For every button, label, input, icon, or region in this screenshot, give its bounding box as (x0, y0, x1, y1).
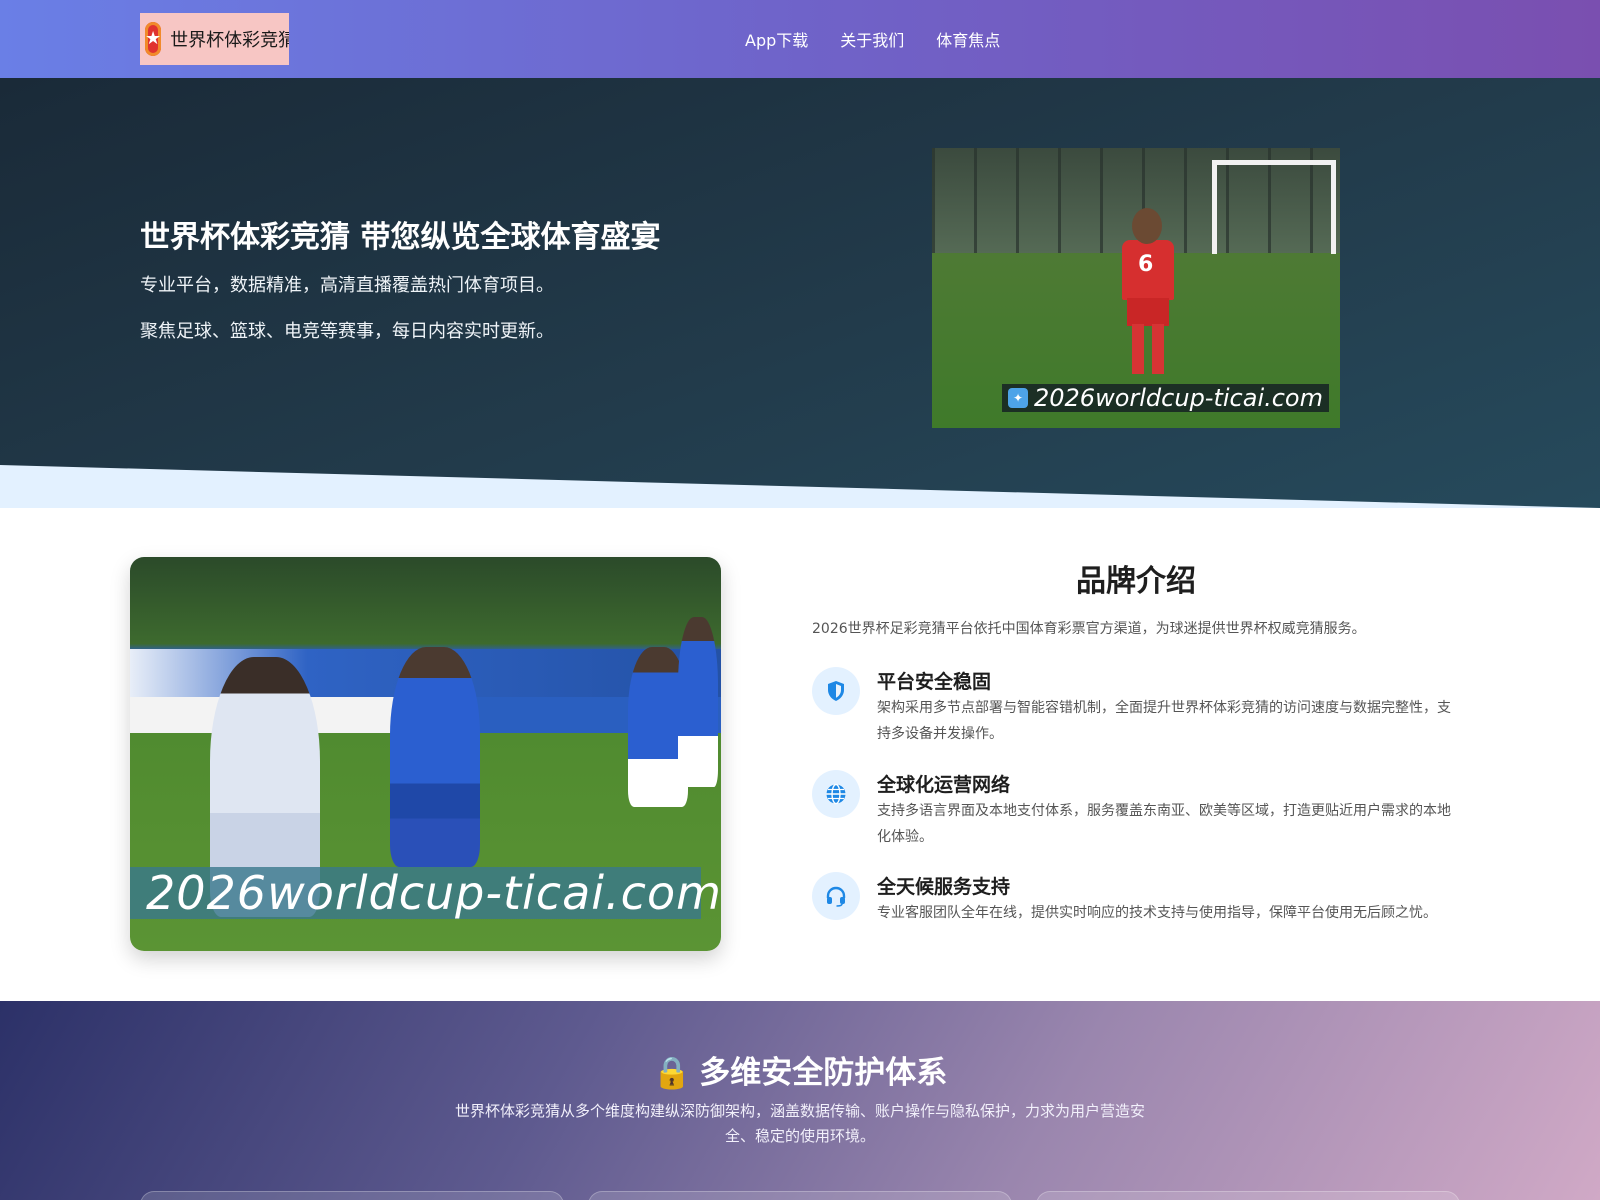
goal-post (1212, 160, 1336, 254)
hero-subtitle: 聚焦足球、篮球、电竞等赛事，每日内容实时更新。 (140, 321, 554, 342)
brand-image: 2026worldcup-ticai.com (130, 557, 721, 951)
image-watermark: 2026worldcup-ticai.com (130, 866, 721, 920)
bird-icon: ✦ (1008, 388, 1028, 408)
feature-desc: 支持多语言界面及本地支付体系，服务覆盖东南亚、欧美等区域，打造更贴近用户需求的本… (877, 803, 1451, 845)
headset-icon (812, 872, 860, 920)
feature-title: 全天候服务支持 (877, 876, 1011, 898)
feature-desc: 架构采用多节点部署与智能容错机制，全面提升世界杯体彩竞猜的访问速度与数据完整性，… (877, 700, 1451, 742)
player (390, 647, 480, 867)
hero-subtitle: 专业平台，数据精准，高清直播覆盖热门体育项目。 (140, 275, 554, 296)
feature-title: 全球化运营网络 (877, 774, 1011, 796)
child-player: 6 (1118, 208, 1178, 378)
hero-image: 6 ✦ 2026worldcup-ticai.com (932, 148, 1340, 428)
feature-desc: 专业客服团队全年在线，提供实时响应的技术支持与使用指导，保障平台使用无后顾之忧。 (877, 905, 1437, 921)
nav-app-download[interactable]: App下载 (745, 27, 808, 51)
hero-title: 世界杯体彩竞猜 带您纵览全球体育盛宴 (140, 220, 661, 255)
shield-icon (812, 667, 860, 715)
site-header: ★ 世界杯体彩竞猜 App下载 关于我们 体育焦点 (0, 0, 1600, 78)
nav-sports-focus[interactable]: 体育焦点 (936, 27, 1000, 51)
security-section: 🔒 多维安全防护体系 世界杯体彩竞猜从多个维度构建纵深防御架构，涵盖数据传输、账户… (0, 1001, 1600, 1200)
security-card (140, 1191, 564, 1200)
brand-section: 2026worldcup-ticai.com 品牌介绍 2026世界杯足彩竞猜平… (0, 508, 1600, 1001)
globe-icon (812, 770, 860, 818)
section-title: 品牌介绍 (1076, 564, 1196, 599)
section-desc: 世界杯体彩竞猜从多个维度构建纵深防御架构，涵盖数据传输、账户操作与隐私保护，力求… (454, 1102, 1145, 1145)
site-logo[interactable]: ★ 世界杯体彩竞猜 (140, 13, 289, 65)
section-title: 🔒 多维安全防护体系 (652, 1055, 948, 1091)
main-nav: App下载 关于我们 体育焦点 (745, 0, 1032, 78)
security-card (1036, 1191, 1460, 1200)
image-watermark: ✦ 2026worldcup-ticai.com (1002, 384, 1329, 412)
player (678, 617, 718, 787)
security-card (588, 1191, 1012, 1200)
feature-title: 平台安全稳固 (877, 671, 992, 693)
jersey-number: 6 (1138, 252, 1154, 277)
lock-icon: 🔒 (652, 1055, 692, 1091)
logo-text: 世界杯体彩竞猜 (170, 30, 289, 51)
star-badge-icon: ★ (145, 22, 162, 56)
nav-about-us[interactable]: 关于我们 (840, 27, 904, 51)
hero-section: 世界杯体彩竞猜 带您纵览全球体育盛宴 专业平台，数据精准，高清直播覆盖热门体育项… (0, 78, 1600, 508)
brand-intro: 2026世界杯足彩竞猜平台依托中国体育彩票官方渠道，为球迷提供世界杯权威竞猜服务… (812, 621, 1366, 637)
